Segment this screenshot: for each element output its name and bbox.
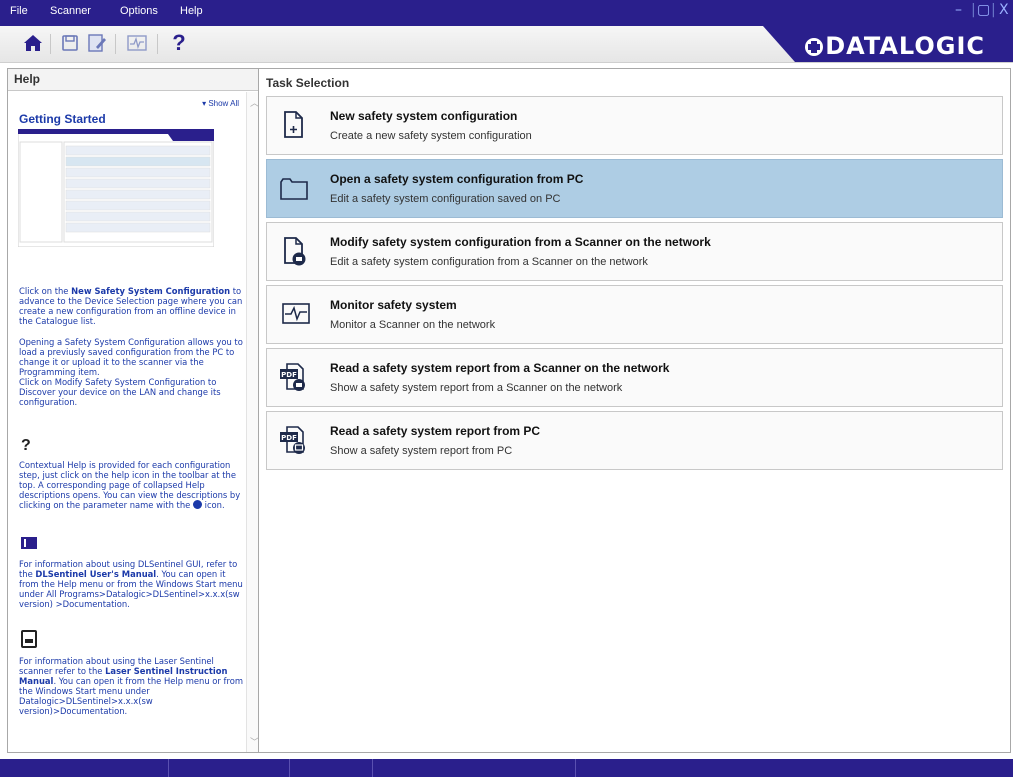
task-description: Monitor a Scanner on the network <box>330 319 496 331</box>
folder-icon <box>280 178 308 200</box>
info-circle-icon <box>192 500 202 509</box>
task-monitor-system[interactable]: Monitor safety system Monitor a Scanner … <box>266 285 1003 344</box>
task-description: Create a new safety system configuration <box>330 130 532 142</box>
task-modify-from-scanner[interactable]: Modify safety system configuration from … <box>266 222 1003 281</box>
save-icon[interactable] <box>57 30 83 56</box>
task-title: Open a safety system configuration from … <box>330 172 584 186</box>
help-paragraph-user-manual: For information about using DLSentinel G… <box>19 559 243 609</box>
monitor-icon[interactable] <box>124 30 150 56</box>
getting-started-heading: Getting Started <box>19 112 106 126</box>
task-description: Edit a safety system configuration from … <box>330 256 648 268</box>
help-paragraph-instruction-manual: For information about using the Laser Se… <box>19 656 244 716</box>
help-panel: Help ︿ ﹀ ▾ Show All Getting Started Clic… <box>7 68 262 753</box>
task-title: New safety system configuration <box>330 109 518 123</box>
task-report-from-pc[interactable]: PDF Read a safety system report from PC … <box>266 411 1003 470</box>
minimize-button[interactable]: – <box>955 2 962 18</box>
help-icon[interactable]: ? <box>166 30 192 56</box>
edit-icon[interactable] <box>84 30 110 56</box>
restore-button[interactable]: ▢ <box>977 2 990 18</box>
new-file-icon <box>284 111 303 138</box>
task-title: Read a safety system report from a Scann… <box>330 361 670 375</box>
task-selection-title: Task Selection <box>266 76 350 90</box>
task-description: Edit a safety system configuration saved… <box>330 193 561 205</box>
pdf-scanner-icon: PDF <box>280 363 305 391</box>
menu-options[interactable]: Options <box>120 5 158 17</box>
menu-file[interactable]: File <box>10 5 28 17</box>
home-icon[interactable] <box>20 30 46 56</box>
help-paragraph-open-config: Opening a Safety System Configuration al… <box>19 337 243 377</box>
task-title: Monitor safety system <box>330 298 457 312</box>
scanner-manual-icon <box>21 630 37 648</box>
task-selection-panel: Task Selection New safety system configu… <box>258 68 1011 753</box>
help-paragraph-modify-config: Click on Modify Safety System Configurat… <box>19 377 221 407</box>
show-all-link[interactable]: ▾ Show All <box>202 99 239 108</box>
scanner-file-icon <box>284 237 306 266</box>
status-bar <box>0 759 1013 777</box>
info-book-icon <box>21 537 37 549</box>
help-question-icon: ? <box>21 437 31 454</box>
task-title: Read a safety system report from PC <box>330 424 541 438</box>
task-description: Show a safety system report from a Scann… <box>330 382 623 394</box>
monitor-icon <box>282 303 310 324</box>
close-button[interactable]: X <box>999 2 1009 18</box>
task-description: Show a safety system report from PC <box>330 445 513 457</box>
menu-bar: File Scanner Options Help – | ▢ | X <box>0 0 1013 26</box>
help-paragraph-contextual: Contextual Help is provided for each con… <box>19 460 241 510</box>
svg-text:PDF: PDF <box>281 371 297 379</box>
help-paragraph-new-config: Click on the New Safety System Configura… <box>19 286 243 326</box>
task-new-configuration[interactable]: New safety system configuration Create a… <box>266 96 1003 155</box>
menu-help[interactable]: Help <box>180 5 203 17</box>
task-open-from-pc[interactable]: Open a safety system configuration from … <box>266 159 1003 218</box>
help-panel-title: Help <box>8 69 261 91</box>
task-report-from-scanner[interactable]: PDF Read a safety system report from a S… <box>266 348 1003 407</box>
svg-text:PDF: PDF <box>281 434 297 442</box>
menu-scanner[interactable]: Scanner <box>50 5 91 17</box>
datalogic-logo: DATALOGIC <box>805 32 985 60</box>
task-title: Modify safety system configuration from … <box>330 235 711 249</box>
pdf-pc-icon: PDF <box>280 426 305 454</box>
getting-started-thumbnail <box>18 129 214 247</box>
